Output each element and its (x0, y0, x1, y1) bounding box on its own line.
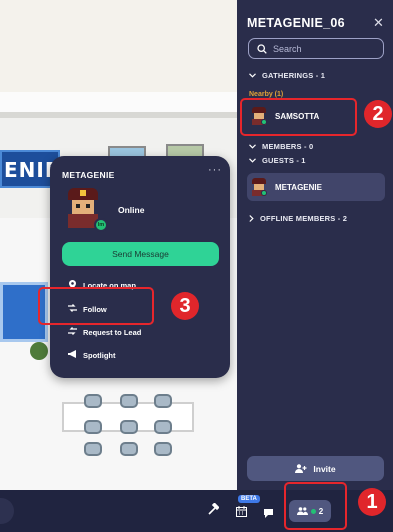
highlight-follow (38, 287, 154, 325)
chair (154, 394, 172, 408)
user-avatar (251, 178, 267, 196)
guests-section-toggle[interactable]: GUESTS - 1 (249, 156, 306, 165)
chair (120, 394, 138, 408)
close-icon[interactable]: ✕ (373, 15, 384, 31)
megaphone-icon (68, 350, 76, 360)
avatar-status-badge: lm (94, 218, 108, 232)
callout-badge-3: 3 (171, 292, 199, 320)
build-hammer-icon[interactable] (207, 502, 220, 519)
card-user-name: METAGENIE (62, 170, 115, 180)
floor-upper (0, 0, 237, 92)
calendar-icon[interactable] (236, 504, 247, 521)
chair (120, 420, 138, 434)
user-avatar: lm (64, 188, 108, 232)
invite-button[interactable]: Invite (247, 456, 384, 481)
search-box[interactable] (248, 38, 384, 59)
chair (84, 442, 102, 456)
gatherings-label: GATHERINGS - 1 (262, 71, 326, 80)
invite-label: Invite (313, 463, 336, 474)
lead-icon (68, 327, 77, 337)
chat-icon[interactable] (264, 505, 273, 522)
callout-badge-2: 2 (364, 100, 392, 128)
chevron-down-icon (249, 73, 256, 78)
chair (154, 442, 172, 456)
request-to-lead-item[interactable]: Request to Lead (68, 327, 141, 337)
members-panel: METAGENIE_06 ✕ GATHERINGS - 1 Nearby (1)… (237, 0, 393, 490)
chair (154, 420, 172, 434)
potted-plant (30, 342, 48, 360)
members-section-toggle[interactable]: MEMBERS - 0 (249, 142, 313, 151)
send-message-button[interactable]: Send Message (62, 242, 219, 266)
members-label: MEMBERS - 0 (262, 142, 314, 151)
online-status: Online (118, 205, 145, 215)
chevron-down-icon (249, 158, 256, 163)
add-user-icon (295, 464, 307, 473)
guest-user-row[interactable]: METAGENIE (247, 173, 385, 201)
gatherings-section-toggle[interactable]: GATHERINGS - 1 (249, 71, 325, 80)
nearby-label: Nearby (1) (249, 91, 284, 98)
callout-badge-1: 1 (358, 488, 386, 516)
chair (120, 442, 138, 456)
space-title: METAGENIE_06 (247, 16, 345, 30)
chair (84, 420, 102, 434)
request-to-lead-label: Request to Lead (83, 327, 142, 337)
guests-label: GUESTS - 1 (262, 156, 306, 165)
chevron-right-icon (249, 215, 254, 222)
spotlight-item[interactable]: Spotlight (68, 350, 116, 360)
beta-badge: BETA (238, 495, 260, 503)
toolbar-left-edge[interactable] (0, 498, 14, 524)
offline-label: OFFLINE MEMBERS - 2 (260, 214, 348, 223)
search-icon (257, 43, 267, 54)
search-input[interactable] (273, 43, 373, 54)
highlight-nearby-user (240, 98, 357, 136)
user-profile-card: METAGENIE ··· lm Online Send Message Loc… (50, 156, 230, 378)
guest-user-name: METAGENIE (275, 182, 322, 192)
chevron-down-icon (249, 144, 256, 149)
chair (84, 394, 102, 408)
spotlight-label: Spotlight (83, 350, 116, 360)
more-options-icon[interactable]: ··· (208, 164, 222, 176)
highlight-members-button (284, 482, 347, 530)
offline-section-toggle[interactable]: OFFLINE MEMBERS - 2 (249, 214, 347, 223)
